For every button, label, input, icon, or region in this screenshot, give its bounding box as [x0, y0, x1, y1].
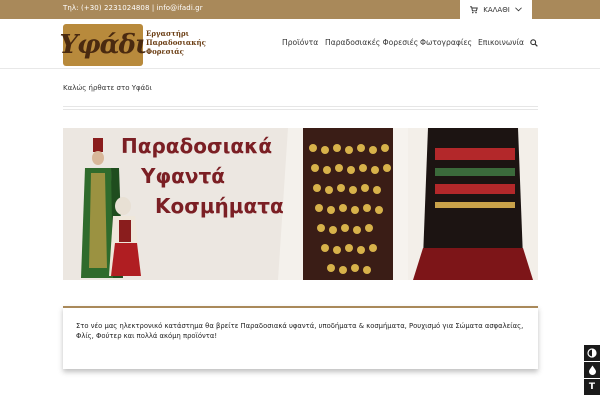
cart-icon [470, 5, 479, 13]
nav-item-contact[interactable]: Επικοινωνία [478, 38, 524, 47]
info-box: Στο νέο μας ηλεκτρονικό κατάστημα θα βρε… [63, 306, 538, 369]
droplet-icon [588, 365, 596, 375]
grayscale-toggle[interactable] [584, 362, 600, 378]
contact-info: Τηλ: (+30) 2231024808 | info@ifadi.gr [63, 4, 203, 12]
text-size-toggle[interactable]: T [584, 379, 600, 395]
contrast-toggle[interactable] [584, 345, 600, 361]
banner-line-1: Παραδοσιακά [121, 134, 273, 158]
site-header: Υφάδι Εργαστήρι Παραδοσιακής Φορεσιάς Πρ… [0, 19, 600, 69]
banner-line-3: Κοσμήματα [155, 194, 284, 218]
banner-line-2: Υφαντά [141, 164, 225, 188]
search-icon[interactable] [530, 39, 538, 47]
chevron-down-icon [514, 7, 522, 12]
info-text: Στο νέο μας ηλεκτρονικό κατάστημα θα βρε… [76, 322, 524, 340]
cart-button[interactable]: ΚΑΛΑΘΙ [460, 0, 532, 19]
divider [63, 109, 538, 110]
contrast-icon [587, 348, 597, 358]
nav-item-photos[interactable]: Φωτογραφίες [420, 38, 472, 47]
text-size-icon: T [588, 382, 596, 392]
logo-wordmark: Υφάδι [59, 30, 148, 60]
site-logo[interactable]: Υφάδι [60, 24, 148, 66]
hero-banner: Παραδοσιακά Υφαντά Κοσμήματα [63, 128, 538, 280]
nav-item-traditional-costumes[interactable]: Παραδοσιακές Φορεσιές [325, 38, 418, 47]
page-title: Καλώς ήρθατε στο Υφάδι [63, 84, 152, 92]
top-bar: Τηλ: (+30) 2231024808 | info@ifadi.gr ΚΑ… [0, 0, 600, 19]
divider [63, 106, 538, 107]
logo-subtitle: Εργαστήρι Παραδοσιακής Φορεσιάς [146, 29, 206, 56]
nav-item-products[interactable]: Προϊόντα [282, 38, 318, 47]
cart-label: ΚΑΛΑΘΙ [483, 5, 510, 14]
